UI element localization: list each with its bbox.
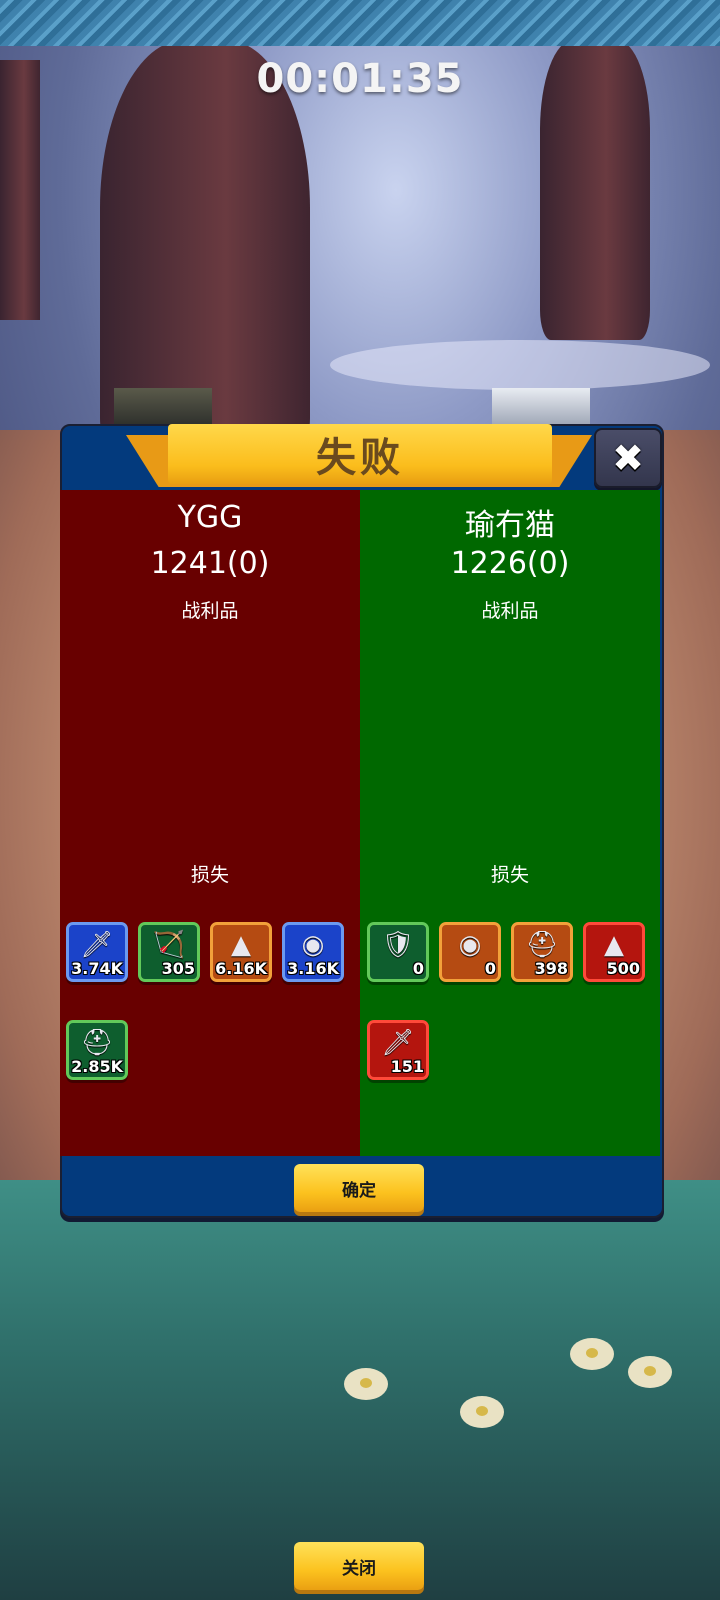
wizard-hat-icon: ▲ [604, 930, 624, 960]
shield-hearts-icon: 🛡 [381, 930, 415, 960]
flower [344, 1368, 388, 1400]
player-avatar-right [492, 388, 590, 428]
unit-bow[interactable]: 🏹 305 [138, 922, 200, 982]
knight-helmet-icon: ⛑ [525, 930, 559, 960]
unit-count: 6.16K [215, 959, 267, 978]
sword-icon: 🗡 [80, 930, 114, 960]
loot-label: 战利品 [181, 600, 239, 622]
unit-assassin[interactable]: ◉ 0 [439, 922, 501, 982]
unit-wizard[interactable]: ▲ 6.16K [210, 922, 272, 982]
flower [460, 1396, 504, 1428]
unit-count: 2.85K [71, 1057, 123, 1076]
loss-label: 损失 [190, 864, 229, 886]
title-ribbon: 失败 [168, 424, 552, 484]
unit-count: 3.74K [71, 959, 123, 978]
unit-count: 3.16K [287, 959, 339, 978]
player-name: 瑜冇猫 [465, 508, 555, 543]
close-text-button[interactable]: 关闭 [294, 1542, 424, 1590]
unit-sword[interactable]: 🗡 151 [367, 1020, 429, 1080]
water-strip [0, 0, 720, 46]
unit-count: 151 [390, 1057, 424, 1076]
defender-panel: 瑜冇猫 1226(0) 战利品 损失 🛡 0 ◉ 0 ⛑ 398 ▲ 500 🗡… [360, 490, 660, 1156]
hooded-helmet-icon: ◉ [458, 930, 482, 960]
confirm-button[interactable]: 确定 [294, 1164, 424, 1212]
unit-count: 0 [412, 959, 424, 978]
unit-count: 398 [534, 959, 568, 978]
unit-sword[interactable]: 🗡 3.74K [66, 922, 128, 982]
player-name: YGG [177, 500, 243, 535]
river-mist [330, 340, 710, 390]
loot-label: 战利品 [481, 600, 539, 622]
player-avatar-left [114, 388, 212, 428]
battle-timer: 00:01:35 [256, 56, 464, 102]
unit-count: 500 [606, 959, 640, 978]
wizard-hat-icon: ▲ [231, 930, 251, 960]
bow-icon: 🏹 [152, 930, 186, 960]
player-score: 1241(0) [150, 546, 270, 581]
unit-count: 305 [161, 959, 195, 978]
hooded-helmet-icon: ◉ [301, 930, 325, 960]
flower [570, 1338, 614, 1370]
close-button[interactable]: ✖ [594, 428, 662, 488]
player-score: 1226(0) [450, 546, 570, 581]
unit-knight[interactable]: ⛑ 2.85K [66, 1020, 128, 1080]
flower [628, 1356, 672, 1388]
unit-assassin[interactable]: ◉ 3.16K [282, 922, 344, 982]
close-icon: ✖ [612, 436, 644, 480]
unit-shield[interactable]: 🛡 0 [367, 922, 429, 982]
dialog-title: 失败 [316, 435, 404, 481]
unit-knight[interactable]: ⛑ 398 [511, 922, 573, 982]
sword-icon: 🗡 [381, 1028, 415, 1058]
loss-label: 损失 [490, 864, 529, 886]
unit-wizard[interactable]: ▲ 500 [583, 922, 645, 982]
unit-count: 0 [484, 959, 496, 978]
attacker-panel: YGG 1241(0) 战利品 损失 🗡 3.74K 🏹 305 ▲ 6.16K… [60, 490, 360, 1156]
knight-helmet-icon: ⛑ [80, 1028, 114, 1058]
